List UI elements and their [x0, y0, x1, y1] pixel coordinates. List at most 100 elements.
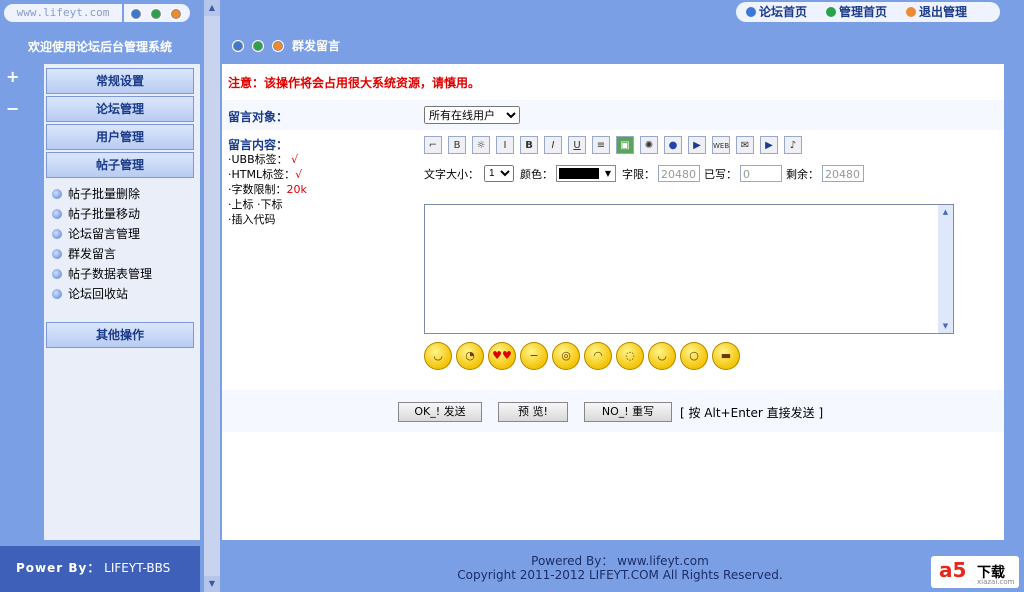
emoticon-shock-icon[interactable]: ◎ [552, 342, 580, 370]
bullet-icon [52, 188, 62, 199]
bullet-icon [52, 248, 62, 259]
bullet-icon [52, 288, 62, 299]
emoticon-sad-icon[interactable]: ◠ [584, 342, 612, 370]
watermark-a5: a5 [939, 558, 967, 582]
submenu-label: 帖子数据表管理 [68, 267, 153, 281]
submenu-recycle-bin[interactable]: 论坛回收站 [52, 285, 128, 303]
limit-value: 20k [286, 183, 307, 196]
submenu-post-tables[interactable]: 帖子数据表管理 [52, 265, 152, 283]
menu-post-management[interactable]: 帖子管理 [46, 152, 194, 178]
color-select[interactable]: ▼ [556, 165, 616, 182]
limit-hint-label: ·字数限制： [228, 183, 287, 196]
menu-general-settings[interactable]: 常规设置 [46, 68, 194, 94]
media-icon[interactable]: ▶ [688, 136, 706, 154]
message-editor[interactable] [424, 204, 954, 334]
nav-logout[interactable]: 退出管理 [906, 2, 967, 22]
scroll-down-icon[interactable]: ▼ [938, 319, 953, 333]
top-nav: 论坛首页 管理首页 退出管理 [736, 2, 1000, 22]
green-dot-icon [150, 8, 162, 20]
target-select[interactable]: 所有在线用户 [424, 106, 520, 124]
ubb-check: √ [291, 153, 299, 166]
italic-outline-icon[interactable]: I [496, 136, 514, 154]
green-dot-icon [252, 40, 264, 52]
play-icon[interactable]: ▶ [760, 136, 778, 154]
submenu-batch-delete[interactable]: 帖子批量删除 [52, 185, 140, 203]
bold-icon[interactable]: B [520, 136, 538, 154]
watermark-site: xiazai.com [977, 578, 1015, 586]
page-footer: Powered By： www.lifeyt.com Copyright 201… [220, 546, 1024, 592]
footer-copyright: Copyright 2011-2012 LIFEYT.COM All Right… [457, 568, 783, 582]
color-icon[interactable]: ☼ [472, 136, 490, 154]
flash-icon[interactable]: ✺ [640, 136, 658, 154]
blue-dot-icon [130, 8, 142, 20]
color-label: 颜色： [520, 168, 553, 181]
sound-icon[interactable]: ♪ [784, 136, 802, 154]
menu-user-management[interactable]: 用户管理 [46, 124, 194, 150]
footer-label: Power By： [16, 561, 101, 575]
emoticon-wink-icon[interactable]: ◔ [456, 342, 484, 370]
link-icon[interactable]: WEB [712, 136, 730, 154]
warning-text: 注意：该操作将会占用很大系统资源，请慎用。 [228, 76, 481, 90]
submenu-batch-move[interactable]: 帖子批量移动 [52, 205, 140, 223]
ubb-tag-icon[interactable]: ⌐ [424, 136, 442, 154]
send-button[interactable]: OK_! 发送 [398, 402, 482, 422]
supsub-hint: ·上标 ·下标 [228, 198, 283, 211]
html-hint-label: ·HTML标签： [228, 168, 296, 181]
orange-dot-icon [906, 6, 916, 17]
orange-dot-icon [170, 8, 182, 20]
nav-forum-home[interactable]: 论坛首页 [746, 2, 807, 22]
emoticon-surprise-icon[interactable]: ○ [680, 342, 708, 370]
emoticon-cool-icon[interactable]: ▬ [712, 342, 740, 370]
submenu-mass-message[interactable]: 群发留言 [52, 245, 116, 263]
scroll-up-icon[interactable]: ▲ [938, 205, 953, 219]
nav-label: 论坛首页 [759, 5, 808, 19]
email-icon[interactable]: ✉ [736, 136, 754, 154]
nav-label: 管理首页 [839, 5, 888, 19]
window-dots [124, 4, 190, 22]
color-swatch [559, 168, 599, 179]
submenu-message-management[interactable]: 论坛留言管理 [52, 225, 140, 243]
submenu-label: 论坛回收站 [68, 287, 129, 301]
bold-outline-icon[interactable]: B [448, 136, 466, 154]
orange-dot-icon [272, 40, 284, 52]
underline-icon[interactable]: U [568, 136, 586, 154]
footer-powered-by: Powered By： www.lifeyt.com [531, 554, 709, 568]
ubb-hint: ·UBB标签： √ [228, 151, 298, 167]
blue-dot-icon [746, 6, 756, 17]
center-icon[interactable]: ≡ [592, 136, 610, 154]
emoticon-cry-icon[interactable]: ◌ [616, 342, 644, 370]
emoticon-smile-icon[interactable]: ◡ [648, 342, 676, 370]
italic-icon[interactable]: I [544, 136, 562, 154]
html-hint: ·HTML标签：√ [228, 166, 302, 182]
target-row [222, 100, 1004, 130]
submenu-label: 论坛留言管理 [68, 227, 141, 241]
emoticon-love-icon[interactable]: ♥♥ [488, 342, 516, 370]
chars-limit-label: 字限： [622, 168, 655, 181]
html-check: √ [295, 168, 303, 181]
font-size-select[interactable]: 1 [484, 165, 514, 182]
submenu-label: 帖子批量删除 [68, 187, 141, 201]
frame-scrollbar[interactable]: ▲ ▼ [204, 0, 220, 592]
left-sidebar: www.lifeyt.com 欢迎使用论坛后台管理系统 + − 常规设置 论坛管… [0, 0, 202, 592]
sidebar-brand: www.lifeyt.com [0, 0, 200, 26]
reset-button[interactable]: NO_! 重写 [584, 402, 672, 422]
remaining-label: 剩余： [786, 168, 819, 181]
emoticon-sly-icon[interactable]: − [520, 342, 548, 370]
collapse-icon[interactable]: − [6, 101, 20, 117]
quote-icon[interactable]: ● [664, 136, 682, 154]
preview-button[interactable]: 预 览! [498, 402, 568, 422]
image-icon[interactable]: ▣ [616, 136, 634, 154]
submenu-label: 帖子批量移动 [68, 207, 141, 221]
scroll-up-icon[interactable]: ▲ [204, 0, 220, 16]
expand-icon[interactable]: + [6, 69, 20, 85]
emoticon-grin-icon[interactable]: ◡ [424, 342, 452, 370]
watermark-logo: a5 下载 xiazai.com [931, 556, 1019, 588]
menu-forum-management[interactable]: 论坛管理 [46, 96, 194, 122]
blue-dot-icon [232, 40, 244, 52]
panel-header: 群发留言 [222, 30, 1004, 64]
ubb-hint-label: ·UBB标签： [228, 153, 288, 166]
scroll-down-icon[interactable]: ▼ [204, 576, 220, 592]
nav-admin-home[interactable]: 管理首页 [826, 2, 887, 22]
editor-scrollbar[interactable]: ▲ ▼ [938, 205, 953, 333]
menu-other-operations[interactable]: 其他操作 [46, 322, 194, 348]
